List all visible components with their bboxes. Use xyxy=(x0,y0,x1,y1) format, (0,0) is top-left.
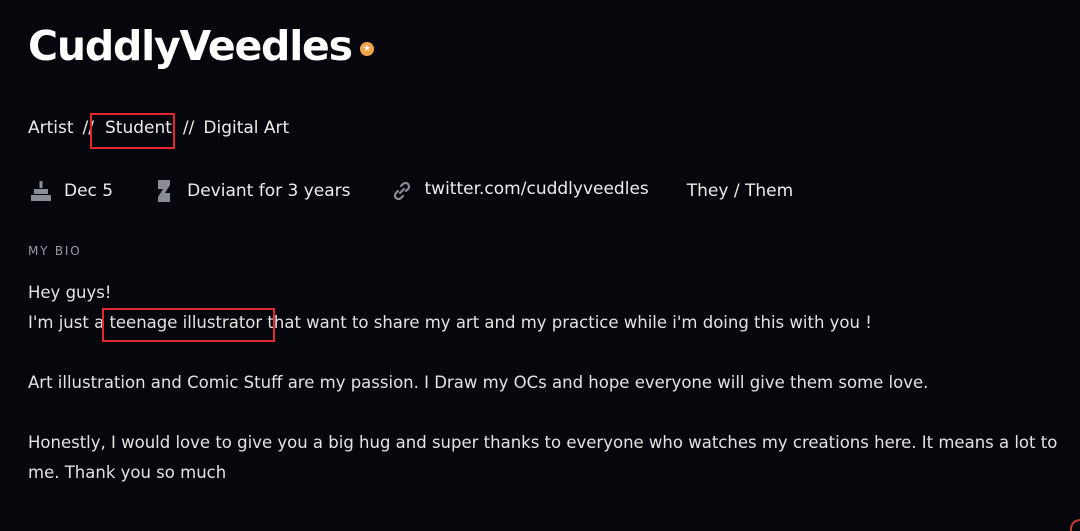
website-item[interactable]: twitter.com/cuddlyveedles xyxy=(389,178,649,204)
bio-text: Hey guys! I'm just a teenage illustrator… xyxy=(28,278,1068,488)
bio-paragraph: Honestly, I would love to give you a big… xyxy=(28,433,1058,482)
bio-paragraph: Art illustration and Comic Stuff are my … xyxy=(28,373,929,392)
website-link[interactable]: twitter.com/cuddlyveedles xyxy=(425,179,649,199)
tag-student: Student xyxy=(90,113,175,149)
bio-highlight-text: teenage illustrator xyxy=(109,313,263,332)
corner-mark xyxy=(1070,519,1080,531)
tag-digital-art: Digital Art xyxy=(203,118,290,138)
bio-line: Hey guys! xyxy=(28,283,112,302)
profile-header: CuddlyVeedles ★ xyxy=(28,18,374,74)
profile-meta: Dec 5 Deviant for 3 years twitter.com/cu… xyxy=(28,178,831,204)
bio-line-start: I'm just a xyxy=(28,313,110,332)
tag-artist: Artist xyxy=(28,118,74,138)
profile-tagline: Artist // Student // Digital Art xyxy=(28,113,290,149)
deviantart-logo-icon xyxy=(151,178,177,204)
birthday-text: Dec 5 xyxy=(64,181,114,201)
birthday-item: Dec 5 xyxy=(28,178,113,204)
tag-student-label: Student xyxy=(105,118,172,138)
bio-line-end: that want to share my art and my practic… xyxy=(262,313,872,332)
bio-heading: MY BIO xyxy=(28,244,82,258)
tag-separator: // xyxy=(82,118,94,138)
tag-separator: // xyxy=(182,118,195,138)
bio-line: I'm just a teenage illustrator that want… xyxy=(28,308,1068,342)
deviant-since-item: Deviant for 3 years xyxy=(151,178,351,204)
pronouns-text: They / Them xyxy=(686,181,794,201)
deviant-since-text: Deviant for 3 years xyxy=(187,181,351,201)
core-member-badge-icon[interactable]: ★ xyxy=(359,42,374,56)
bio-highlight: teenage illustrator xyxy=(102,308,276,342)
birthday-cake-icon xyxy=(28,178,54,204)
pronouns-item: They / Them xyxy=(687,181,793,201)
link-icon xyxy=(389,178,415,204)
username[interactable]: CuddlyVeedles xyxy=(28,18,353,74)
